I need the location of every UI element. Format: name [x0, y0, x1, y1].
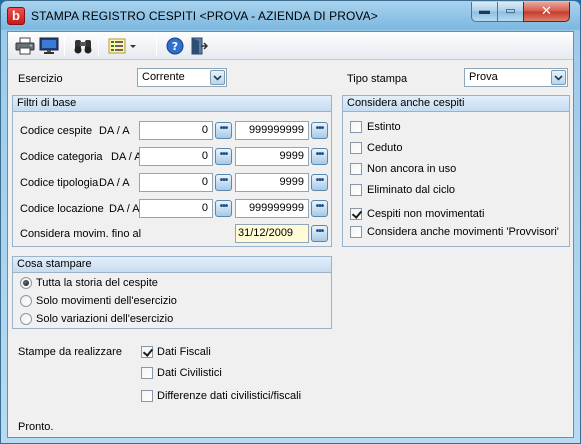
minimize-button[interactable]: ▬	[471, 2, 498, 22]
filtri-group: Filtri di base Codice cespite DA / A 0 •…	[12, 95, 332, 247]
title-bar[interactable]: b STAMPA REGISTRO CESPITI <PROVA - AZIEN…	[1, 1, 580, 31]
differenze-checkbox[interactable]	[141, 390, 153, 402]
considera-group: Considera anche cespiti Estinto Ceduto N…	[342, 95, 570, 247]
provvisori-label[interactable]: Considera anche movimenti 'Provvisori'	[367, 226, 559, 238]
filter-label-locazione: Codice locazione	[20, 203, 104, 215]
filter-range-locazione: DA / A	[109, 203, 140, 215]
provvisori-checkbox[interactable]	[350, 226, 362, 238]
print-icon[interactable]	[14, 35, 36, 57]
preview-icon[interactable]	[38, 35, 60, 57]
filter-range-cespite: DA / A	[99, 125, 130, 137]
non-in-uso-checkbox[interactable]	[350, 163, 362, 175]
stampe-label: Stampe da realizzare	[18, 346, 122, 358]
toolbar-separator	[98, 36, 99, 56]
categoria-to-input[interactable]: 9999	[235, 147, 309, 166]
considera-group-title: Considera anche cespiti	[343, 96, 569, 112]
cespite-from-lookup-button[interactable]: •••	[215, 122, 232, 139]
filter-label-categoria: Codice categoria	[20, 151, 103, 163]
maximize-button[interactable]: ▭	[497, 2, 524, 22]
cespite-to-lookup-button[interactable]: •••	[311, 122, 328, 139]
ceduto-label[interactable]: Ceduto	[367, 142, 402, 154]
dati-fiscali-checkbox[interactable]	[141, 346, 153, 358]
tipologia-to-lookup-button[interactable]: •••	[311, 174, 328, 191]
main-window: b STAMPA REGISTRO CESPITI <PROVA - AZIEN…	[0, 0, 581, 444]
estinto-label[interactable]: Estinto	[367, 121, 401, 133]
svg-text:?: ?	[172, 40, 178, 53]
non-movimentati-checkbox[interactable]	[350, 208, 362, 220]
filter-label-tipologia: Codice tipologia	[20, 177, 99, 189]
eliminato-checkbox[interactable]	[350, 184, 362, 196]
categoria-from-input[interactable]: 0	[139, 147, 213, 166]
close-button[interactable]: ✕	[523, 2, 570, 22]
exit-icon[interactable]	[188, 35, 210, 57]
cespite-from-input[interactable]: 0	[139, 121, 213, 140]
esercizio-value: Corrente	[142, 71, 185, 83]
cosa-stampare-group: Cosa stampare Tutta la storia del cespit…	[12, 256, 332, 329]
tipo-stampa-label: Tipo stampa	[347, 73, 408, 85]
help-icon[interactable]: ?	[164, 35, 186, 57]
tutta-storia-label[interactable]: Tutta la storia del cespite	[36, 277, 158, 289]
esercizio-select[interactable]: Corrente	[137, 68, 227, 87]
toolbar-separator	[156, 36, 157, 56]
esercizio-label: Esercizio	[18, 73, 63, 85]
differenze-label[interactable]: Differenze dati civilistici/fiscali	[157, 390, 301, 402]
eliminato-label[interactable]: Eliminato dal ciclo	[367, 184, 455, 196]
chevron-down-icon[interactable]	[551, 70, 566, 85]
status-text: Pronto.	[18, 421, 54, 433]
movim-date-picker-button[interactable]: •••	[311, 225, 328, 242]
locazione-from-input[interactable]: 0	[139, 199, 213, 218]
tipologia-from-input[interactable]: 0	[139, 173, 213, 192]
estinto-checkbox[interactable]	[350, 121, 362, 133]
tutta-storia-radio[interactable]	[20, 277, 32, 289]
locazione-to-input[interactable]: 999999999	[235, 199, 309, 218]
filtri-group-title: Filtri di base	[13, 96, 331, 112]
toolbar-separator	[64, 36, 65, 56]
toolbar: ?	[8, 32, 573, 60]
movim-label: Considera movim. fino al	[20, 228, 142, 240]
binoculars-icon[interactable]	[72, 35, 94, 57]
categoria-to-lookup-button[interactable]: •••	[311, 148, 328, 165]
dati-fiscali-label[interactable]: Dati Fiscali	[157, 346, 211, 358]
tipo-stampa-select[interactable]: Prova	[464, 68, 568, 87]
tipologia-to-input[interactable]: 9999	[235, 173, 309, 192]
solo-movimenti-label[interactable]: Solo movimenti dell'esercizio	[36, 295, 177, 307]
filter-range-tipologia: DA / A	[99, 177, 130, 189]
window-title: STAMPA REGISTRO CESPITI <PROVA - AZIENDA…	[31, 9, 378, 23]
chevron-down-icon[interactable]	[210, 70, 225, 85]
list-options-icon[interactable]	[106, 35, 140, 57]
tipologia-from-lookup-button[interactable]: •••	[215, 174, 232, 191]
solo-variazioni-label[interactable]: Solo variazioni dell'esercizio	[36, 313, 173, 325]
ceduto-checkbox[interactable]	[350, 142, 362, 154]
locazione-to-lookup-button[interactable]: •••	[311, 200, 328, 217]
app-icon[interactable]: b	[7, 7, 25, 25]
dati-civilistici-label[interactable]: Dati Civilistici	[157, 367, 222, 379]
filter-label-cespite: Codice cespite	[20, 125, 93, 137]
categoria-from-lookup-button[interactable]: •••	[215, 148, 232, 165]
locazione-from-lookup-button[interactable]: •••	[215, 200, 232, 217]
tipo-stampa-value: Prova	[469, 71, 498, 83]
cespite-to-input[interactable]: 999999999	[235, 121, 309, 140]
cosa-stampare-group-title: Cosa stampare	[13, 257, 331, 273]
dati-civilistici-checkbox[interactable]	[141, 367, 153, 379]
solo-variazioni-radio[interactable]	[20, 313, 32, 325]
client-area: ? Esercizio Corrente Tipo stampa Prova F…	[7, 31, 574, 438]
non-movimentati-label[interactable]: Cespiti non movimentati	[367, 208, 484, 220]
filter-range-categoria: DA / A	[111, 151, 142, 163]
movim-date-input[interactable]: 31/12/2009	[235, 224, 309, 243]
non-in-uso-label[interactable]: Non ancora in uso	[367, 163, 456, 175]
solo-movimenti-radio[interactable]	[20, 295, 32, 307]
